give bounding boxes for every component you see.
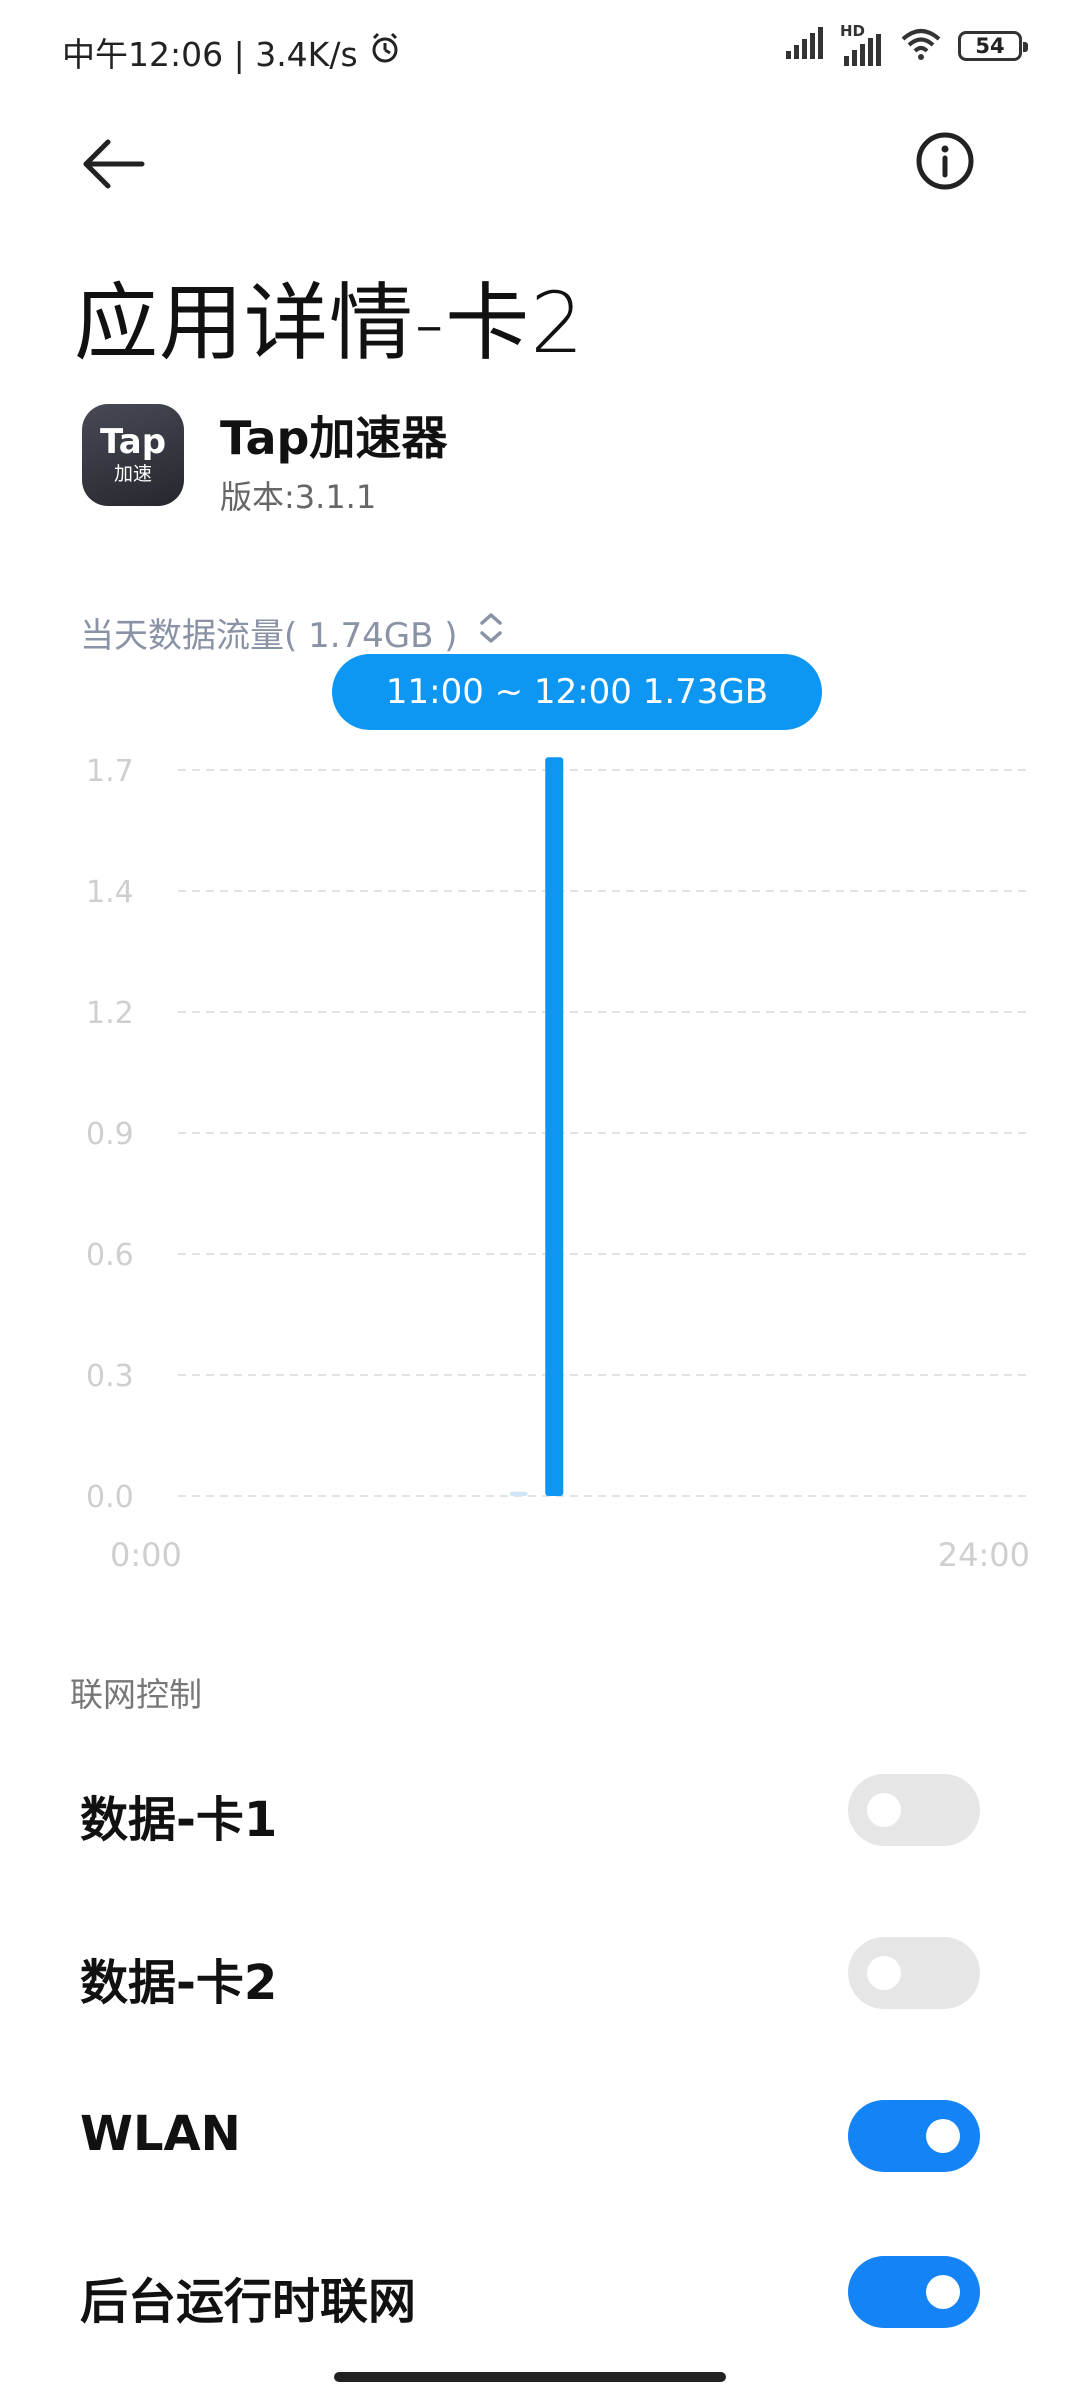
toggle-knob — [926, 2275, 960, 2309]
home-indicator[interactable] — [334, 2372, 726, 2382]
network-control-header: 联网控制 — [70, 1675, 202, 1714]
status-right: HD 54 — [784, 22, 1028, 66]
usage-tooltip-text: 11:00 ~ 12:00 1.73GB — [385, 672, 769, 712]
chart-bar[interactable] — [545, 757, 564, 1496]
chart-x-start-label: 0:00 — [110, 1536, 182, 1574]
toggle-row-sim2-data: 数据-卡2 — [0, 1919, 1080, 2029]
app-info: Tap 加速 Tap加速器 版本:3.1.1 — [82, 402, 982, 516]
chart-y-tick-label: 1.2 — [86, 996, 134, 1031]
app-logo-icon: Tap 加速 — [82, 404, 184, 506]
app-logo-sub: 加速 — [113, 463, 152, 485]
chart-y-tick-label: 0.6 — [86, 1238, 134, 1273]
sim1-data-toggle[interactable] — [848, 1774, 980, 1846]
app-logo-word: Tap — [99, 422, 167, 462]
battery-level: 54 — [975, 34, 1005, 58]
signal-hd-icon: HD — [840, 22, 884, 66]
toggle-knob — [867, 1956, 901, 1990]
sim2-data-toggle[interactable] — [848, 1937, 980, 2009]
app-version: 版本:3.1.1 — [220, 478, 377, 516]
info-button[interactable] — [914, 130, 976, 192]
chart-bar[interactable] — [509, 1491, 528, 1496]
back-arrow-icon — [83, 139, 145, 189]
toggle-row-sim1-data: 数据-卡1 — [0, 1756, 1080, 1866]
traffic-period-selector[interactable]: 当天数据流量( 1.74GB ) — [80, 608, 504, 657]
chart-y-tick-label: 1.7 — [86, 754, 134, 789]
wifi-icon — [900, 27, 942, 65]
alarm-icon — [368, 31, 402, 73]
info-icon — [916, 132, 974, 190]
toggle-row-wlan: WLAN — [0, 2082, 1080, 2192]
chart-y-tick-label: 0.9 — [86, 1117, 134, 1152]
battery-icon: 54 — [958, 31, 1028, 61]
toggle-knob — [926, 2119, 960, 2153]
chevron-up-down-icon — [478, 611, 504, 654]
toggle-label: 数据-卡2 — [80, 1955, 278, 2011]
chart-y-tick-label: 0.3 — [86, 1359, 134, 1394]
toggle-knob — [867, 1793, 901, 1827]
back-button[interactable] — [78, 134, 148, 194]
toggle-row-background-network: 后台运行时联网 — [0, 2238, 1080, 2348]
traffic-label-text: 当天数据流量( 1.74GB ) — [80, 616, 458, 656]
usage-tooltip: 11:00 ~ 12:00 1.73GB — [332, 654, 822, 730]
toggle-label: WLAN — [80, 2106, 241, 2162]
toggle-label: 后台运行时联网 — [80, 2274, 417, 2330]
background-network-toggle[interactable] — [848, 2256, 980, 2328]
usage-chart: 0.0 0.3 0.6 0.9 1.2 1.4 1.7 0:00 24:00 — [0, 740, 1080, 1600]
chart-x-end-label: 24:00 — [938, 1536, 1030, 1574]
status-bar: 中午12:06 | 3.4K/s HD 54 — [0, 0, 1080, 96]
top-nav — [0, 110, 1080, 210]
page-title: 应用详情-卡2 — [74, 274, 585, 372]
status-left: 中午12:06 | 3.4K/s — [62, 28, 402, 76]
signal-icon — [784, 27, 824, 65]
app-name: Tap加速器 — [220, 411, 448, 465]
wlan-toggle[interactable] — [848, 2100, 980, 2172]
status-time: 中午12:06 | 3.4K/s — [62, 35, 358, 74]
chart-y-tick-label: 1.4 — [86, 875, 134, 910]
chart-y-tick-label: 0.0 — [86, 1480, 134, 1515]
toggle-label: 数据-卡1 — [80, 1792, 278, 1848]
usage-chart-svg: 0.0 0.3 0.6 0.9 1.2 1.4 1.7 0:00 24:00 — [86, 754, 1030, 1574]
